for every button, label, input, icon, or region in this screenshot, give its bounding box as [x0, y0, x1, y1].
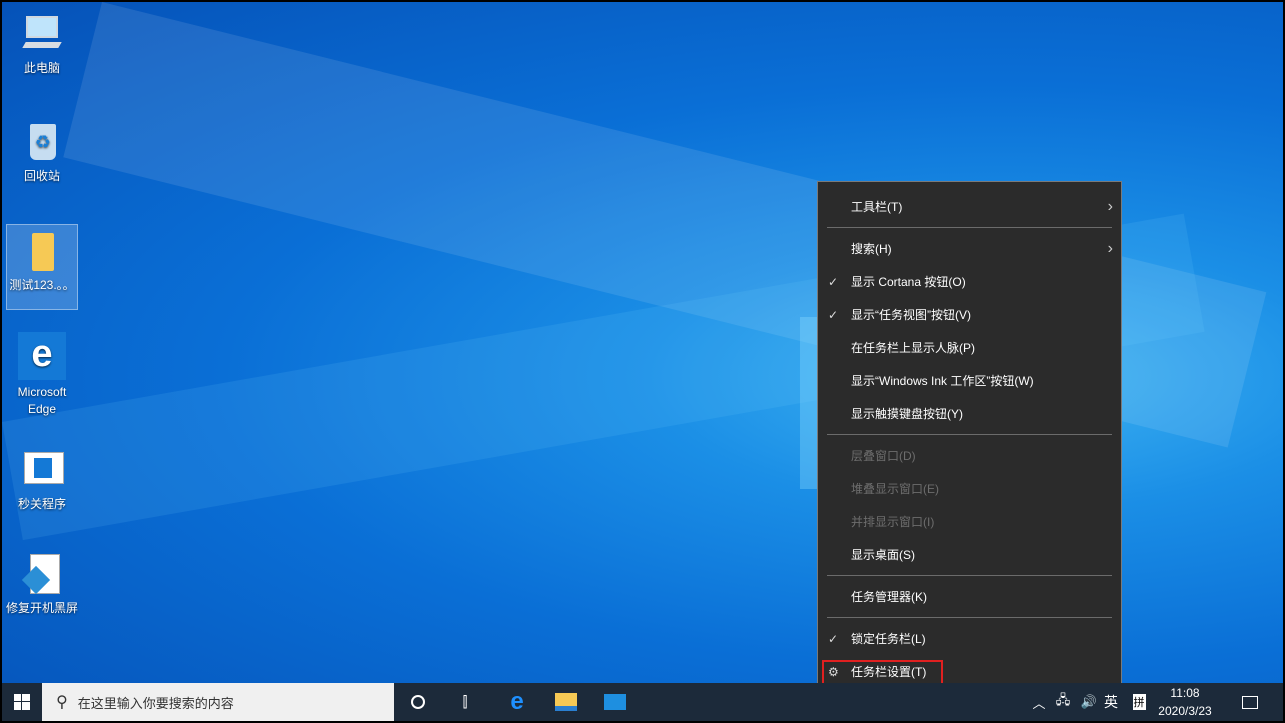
volume-icon[interactable]: 🔊: [1078, 683, 1100, 721]
folder-icon: [555, 693, 577, 711]
chevron-right-icon: ›: [1107, 240, 1113, 257]
menu-separator: [827, 434, 1112, 435]
folder-icon: [20, 229, 64, 273]
taskbar-file-explorer[interactable]: [546, 683, 586, 721]
clock-date: 2020/3/23: [1158, 704, 1212, 718]
mail-icon: [604, 694, 626, 710]
menu-item-show-touch-keyboard[interactable]: 显示触摸键盘按钮(Y): [818, 399, 1121, 429]
cortana-icon: [411, 695, 425, 709]
chevron-right-icon: ›: [1107, 198, 1113, 215]
checkmark-icon: ✓: [828, 308, 839, 322]
menu-separator: [827, 575, 1112, 576]
cortana-button[interactable]: [398, 683, 438, 721]
checkmark-icon: ✓: [828, 632, 839, 646]
taskbar-edge[interactable]: e: [497, 683, 537, 721]
taskbar-context-menu: 工具栏(T) › 搜索(H) › ✓ 显示 Cortana 按钮(O) ✓ 显示“任务视…: [817, 181, 1122, 693]
recycle-bin-icon: ♻: [20, 120, 64, 164]
search-icon: ⚲: [56, 694, 68, 711]
task-view-icon: ⫿: [462, 693, 468, 711]
desktop-icon-repair[interactable]: 修复开机黑屏: [6, 552, 78, 617]
desktop-icon-recycle-bin[interactable]: ♻ 回收站: [6, 120, 78, 185]
desktop-icon-this-pc[interactable]: 此电脑: [6, 12, 78, 77]
edge-icon: e: [18, 332, 66, 380]
program-shortcut-icon: [20, 448, 64, 492]
network-icon[interactable]: 🖧: [1052, 683, 1074, 721]
start-button[interactable]: [2, 683, 42, 721]
ime-mode[interactable]: 拼: [1129, 683, 1149, 721]
windows-logo-icon: [14, 694, 30, 710]
menu-item-stack: 堆叠显示窗口(E): [851, 482, 939, 496]
menu-item-search[interactable]: 搜索(H) ›: [818, 234, 1121, 264]
menu-separator: [827, 227, 1112, 228]
menu-item-show-people[interactable]: 在任务栏上显示人脉(P): [818, 333, 1121, 363]
notification-icon: [1242, 695, 1258, 709]
clock-time: 11:08: [1170, 686, 1200, 700]
menu-item-show-ink[interactable]: 显示“Windows Ink 工作区”按钮(W): [818, 366, 1121, 396]
taskbar: ⚲ 在这里输入你要搜索的内容 ⫿ e ︿ 🖧 🔊 英 拼 11:08 2020/…: [2, 683, 1283, 721]
menu-item-show-desktop[interactable]: 显示桌面(S): [818, 540, 1121, 570]
show-hidden-icons[interactable]: ︿: [1030, 683, 1048, 721]
desktop-icon-program[interactable]: 秒关程序: [6, 448, 78, 513]
action-center-button[interactable]: [1232, 683, 1268, 721]
menu-item-side-by-side: 并排显示窗口(I): [851, 515, 935, 529]
computer-icon: [20, 12, 64, 56]
menu-item-show-cortana[interactable]: ✓ 显示 Cortana 按钮(O): [818, 267, 1121, 297]
repair-script-icon: [20, 552, 64, 596]
chevron-up-icon: ︿: [1032, 695, 1046, 711]
ime-language[interactable]: 英: [1100, 683, 1122, 721]
desktop-icon-edge[interactable]: e Microsoft Edge: [6, 332, 78, 418]
clock[interactable]: 11:08 2020/3/23: [1152, 683, 1218, 721]
menu-item-toolbars[interactable]: 工具栏(T) ›: [818, 192, 1121, 222]
edge-icon: e: [510, 688, 524, 715]
menu-item-show-task-view[interactable]: ✓ 显示“任务视图”按钮(V): [818, 300, 1121, 330]
task-view-button[interactable]: ⫿: [445, 683, 485, 721]
taskbar-mail[interactable]: [595, 683, 635, 721]
search-box[interactable]: ⚲ 在这里输入你要搜索的内容: [42, 683, 394, 721]
menu-separator: [827, 617, 1112, 618]
desktop-icon-folder[interactable]: 测试123.。。: [6, 224, 78, 310]
menu-item-cascade: 层叠窗口(D): [851, 449, 916, 463]
menu-item-lock-taskbar[interactable]: ✓ 锁定任务栏(L): [818, 624, 1121, 654]
checkmark-icon: ✓: [828, 275, 839, 289]
menu-item-task-manager[interactable]: 任务管理器(K): [818, 582, 1121, 612]
